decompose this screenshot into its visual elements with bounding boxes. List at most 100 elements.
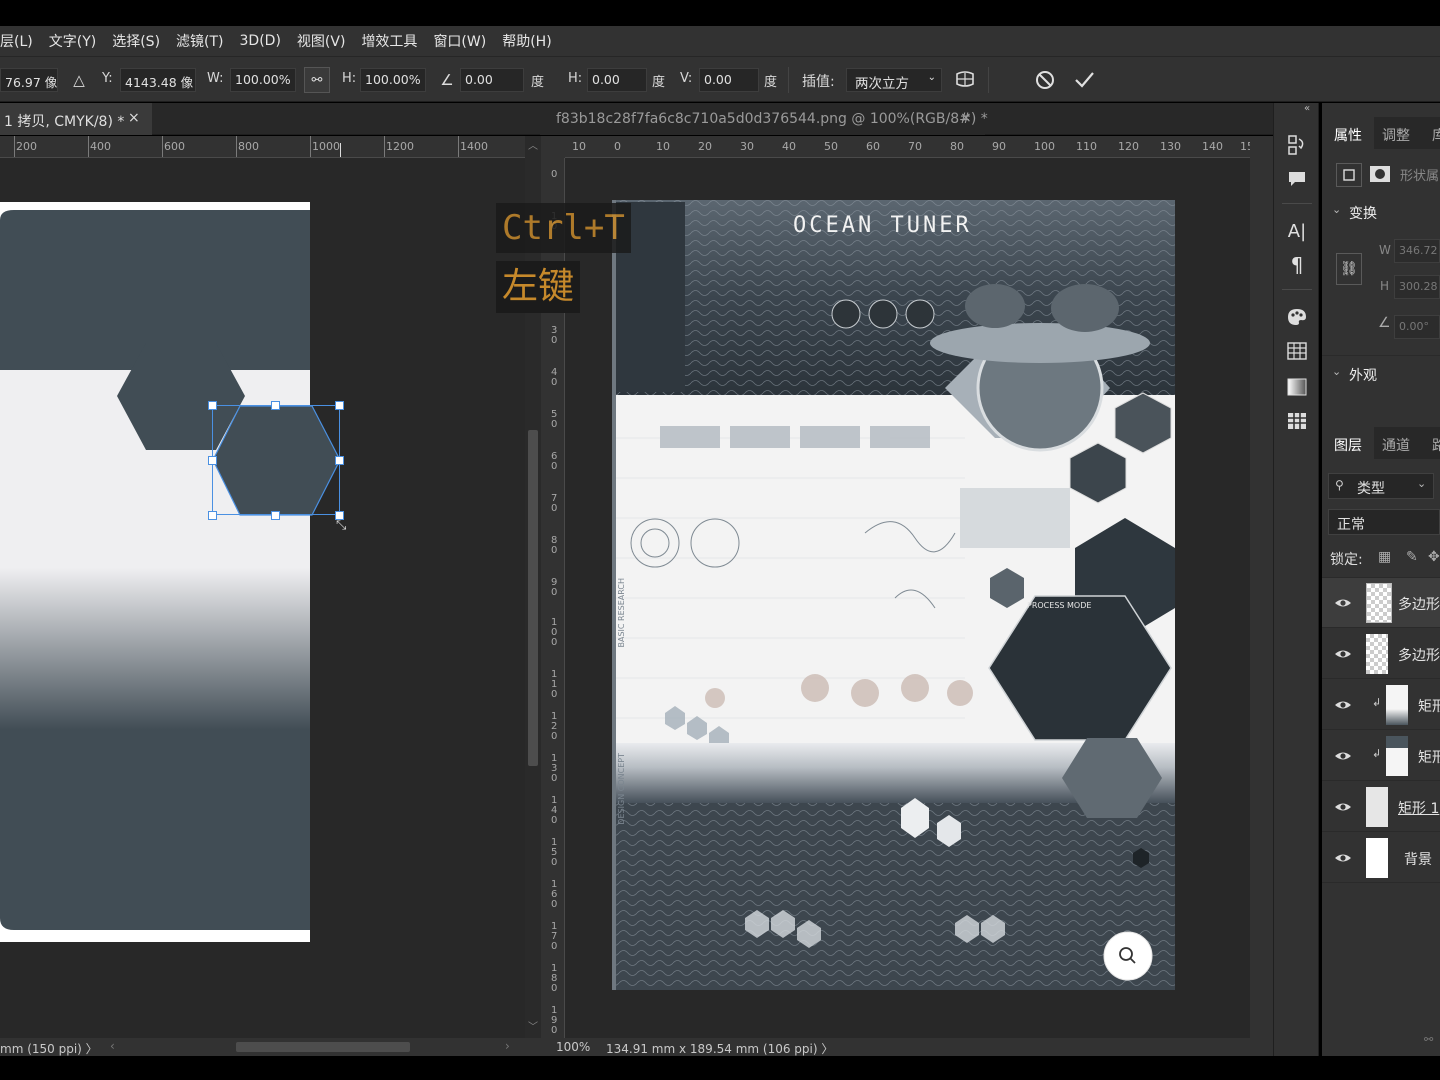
menu-plugins[interactable]: 增效工具 [361,31,417,51]
degree-label-3: 度 [764,75,778,90]
transform-mode-icon[interactable] [1336,163,1362,187]
tab-paths[interactable]: 路 [1432,435,1440,455]
doc-info-right[interactable]: 134.91 mm x 189.54 mm (106 ppi) 〉 [606,1040,833,1057]
poster-side-label-basic: BASIC RESEARCH [617,578,626,648]
eye-icon[interactable] [1334,849,1352,867]
color-palette-icon[interactable] [1285,305,1309,329]
scroll-up-arrow-icon[interactable]: ︿ [525,136,541,158]
menu-filter[interactable]: 滤镜(T) [176,31,223,51]
layer-row[interactable]: 背景 [1322,833,1440,883]
layer-filter-select[interactable]: ⚲ 类型 ⌄ [1328,473,1434,499]
h-input[interactable]: 300.28 [1394,275,1440,299]
tab-layers[interactable]: 图层 [1322,427,1374,459]
patterns-icon[interactable] [1285,409,1309,433]
link-dimensions-icon[interactable]: ⛓ [1336,253,1362,285]
menu-layer[interactable]: 层(L) [0,31,33,51]
close-icon[interactable]: × [960,110,972,126]
transform-bounding-box[interactable] [212,405,340,515]
transform-handle[interactable] [208,456,217,465]
appearance-section-label[interactable]: 外观 [1349,365,1377,385]
scroll-right-arrow-icon[interactable]: › [505,1039,510,1053]
tab-libraries[interactable]: 库 [1432,125,1440,145]
lock-move-icon[interactable]: ✥ [1428,549,1440,565]
tab-image-doc[interactable]: f83b18c28f7fa6c8c710a5d0d376544.png @ 10… [540,103,988,135]
hskew-field[interactable]: 0.00 [587,68,647,92]
layer-name[interactable]: 矩形 1 [1398,798,1439,818]
tab-properties[interactable]: 属性 [1322,117,1374,149]
menu-window[interactable]: 窗口(W) [433,31,486,51]
eye-icon[interactable] [1334,696,1352,714]
lock-transparency-icon[interactable]: ▦ [1378,549,1391,565]
scroll-left-arrow-icon[interactable]: ‹ [110,1039,115,1053]
menu-select[interactable]: 选择(S) [112,31,160,51]
commit-check-icon[interactable] [1071,67,1097,93]
transform-handle[interactable] [271,401,280,410]
delta-icon[interactable]: △ [66,67,92,93]
menu-help[interactable]: 帮助(H) [502,31,551,51]
transform-handle[interactable] [335,456,344,465]
tab-channels[interactable]: 通道 [1382,435,1410,455]
link-icon[interactable]: ⚯ [304,67,330,93]
menu-type[interactable]: 文字(Y) [49,31,96,51]
swatches-grid-icon[interactable] [1285,339,1309,363]
transform-section-label[interactable]: 变换 [1349,203,1377,223]
layer-row[interactable]: 矩形 1 [1322,782,1440,832]
separator [988,67,989,93]
angle-input[interactable]: 0.00° [1394,315,1440,339]
rotate-field[interactable]: 0.00 [460,68,524,92]
scroll-thumb[interactable] [528,430,538,766]
warp-icon[interactable] [952,67,978,93]
menu-view[interactable]: 视图(V) [297,31,346,51]
mask-icon[interactable] [1370,165,1390,187]
y-field[interactable]: 4143.48 像 [120,68,196,92]
layer-name[interactable]: 背景 [1404,849,1432,869]
eye-icon[interactable] [1334,747,1352,765]
character-icon[interactable]: A| [1285,219,1309,243]
link-layers-icon[interactable]: ⚯ [1424,1033,1433,1046]
history-icon[interactable] [1285,133,1309,157]
horizontal-scroll-thumb[interactable] [236,1042,410,1052]
eye-icon[interactable] [1334,594,1352,612]
ruler-label: 15 [1240,140,1250,153]
ruler-label: 1400 [460,140,488,153]
collapse-arrows-icon[interactable]: « [1304,103,1310,114]
layer-name[interactable]: 矩形 [1418,747,1440,767]
layer-name[interactable]: 矩形 [1418,696,1440,716]
transform-handle[interactable] [335,401,344,410]
h-field[interactable]: 100.00% [360,68,426,92]
cancel-icon[interactable] [1032,67,1058,93]
chevron-down-icon[interactable]: ⌄ [1332,365,1341,378]
paragraph-icon[interactable]: ¶ [1285,253,1309,277]
interpolation-select[interactable]: 两次立方 ⌄ [846,68,942,92]
eye-icon[interactable] [1334,798,1352,816]
transform-handle[interactable] [271,511,280,520]
w-field[interactable]: 100.00% [230,68,296,92]
lock-brush-icon[interactable]: ✎ [1406,549,1418,565]
blend-mode-select[interactable]: 正常 [1328,509,1440,535]
ruler-label: 400 [90,140,111,153]
eye-icon[interactable] [1334,645,1352,663]
layer-row[interactable]: 多边形 [1322,578,1440,628]
layer-name[interactable]: 多边形 [1398,594,1440,614]
close-icon[interactable]: × [128,110,140,126]
comment-icon[interactable] [1285,167,1309,191]
layout-canvas[interactable] [0,158,525,1038]
doc-info-left[interactable]: mm (150 ppi) 〉 [0,1040,98,1057]
poster-image[interactable] [565,158,1250,1038]
menu-3d[interactable]: 3D(D) [240,33,281,49]
scroll-down-arrow-icon[interactable]: ﹀ [525,1018,541,1038]
layer-name[interactable]: 多边形 [1398,645,1440,665]
x-field[interactable]: 76.97 像 [0,68,58,92]
layer-row[interactable]: ↲ 矩形 [1322,731,1440,781]
gradient-icon[interactable] [1285,375,1309,399]
transform-handle[interactable] [208,511,217,520]
layer-row[interactable]: 多边形 [1322,629,1440,679]
w-input[interactable]: 346.72 [1394,239,1440,263]
layer-row[interactable]: ↲ 矩形 [1322,680,1440,730]
tab-active-doc[interactable]: 1 拷贝, CMYK/8) * × [0,103,152,135]
zoom-level[interactable]: 100% [556,1040,590,1054]
vskew-field[interactable]: 0.00 [699,68,759,92]
chevron-down-icon[interactable]: ⌄ [1332,203,1341,216]
tab-adjustments[interactable]: 调整 [1382,125,1410,145]
transform-handle[interactable] [208,401,217,410]
